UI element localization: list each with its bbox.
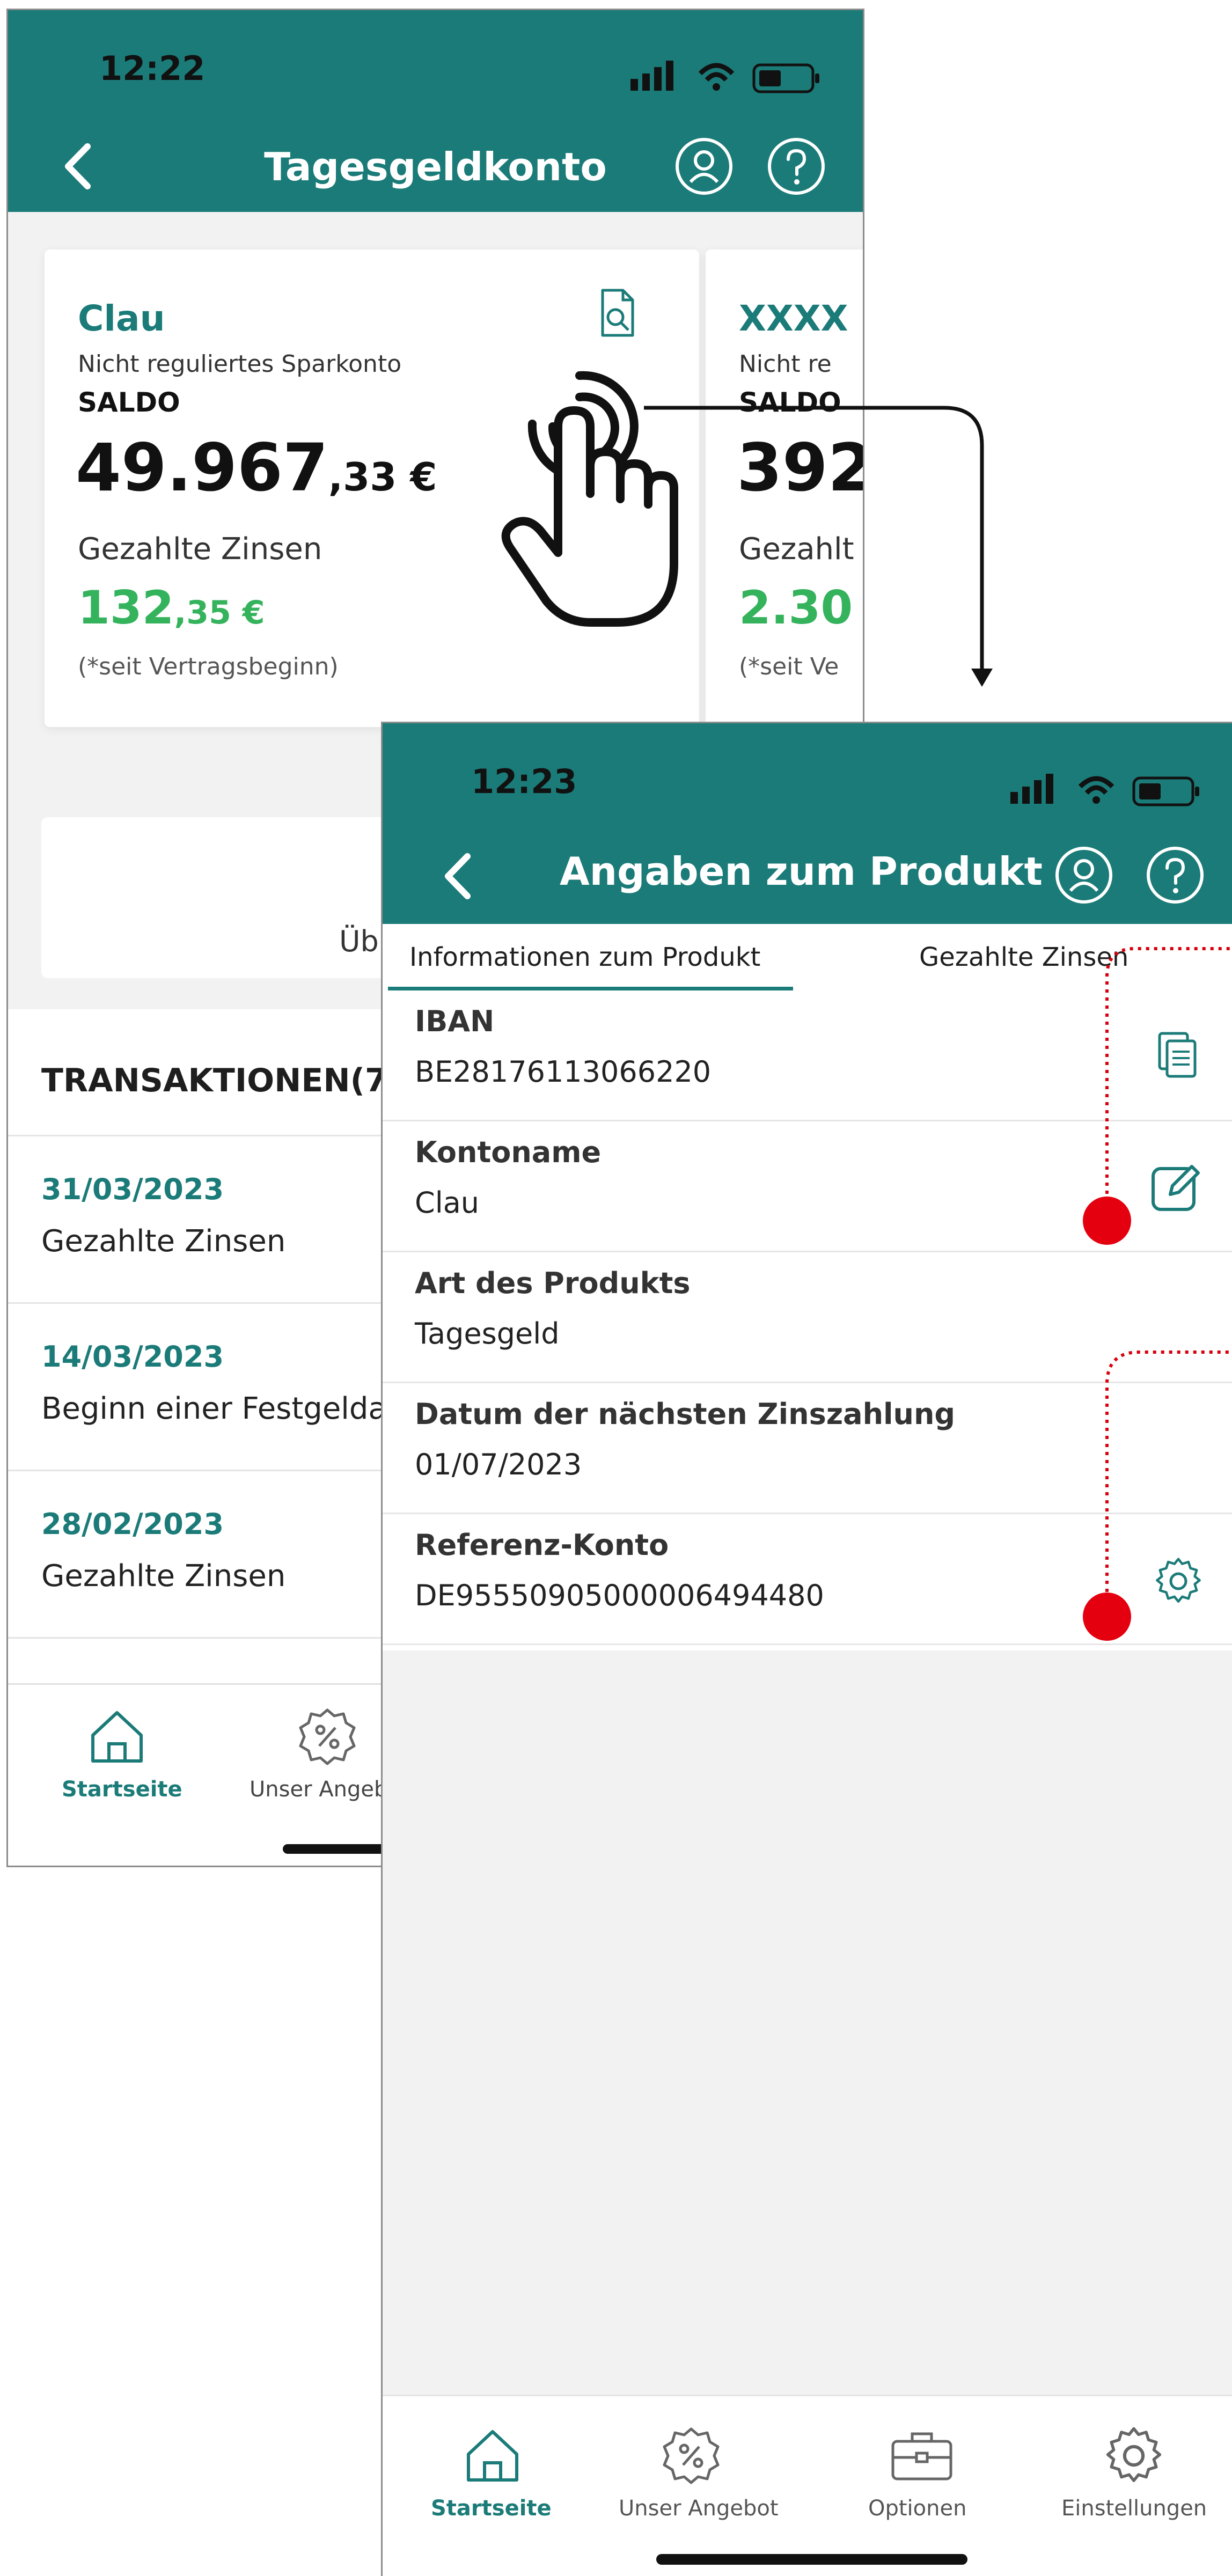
annotation-dot (1083, 1197, 1131, 1245)
briefcase-icon[interactable] (890, 2428, 954, 2482)
annotation-dot (1083, 1592, 1131, 1641)
nav-options-label[interactable]: Optionen (868, 2496, 966, 2521)
bottom-nav: Startseite Unser Angebot Optionen Einste… (383, 2395, 1232, 2576)
annotation-leader-lines (0, 0, 1232, 1717)
home-indicator (656, 2554, 967, 2565)
gear-icon[interactable] (1104, 2426, 1163, 2485)
nav-offer-label[interactable]: Unser Angebot (619, 2496, 779, 2521)
nav-settings-label[interactable]: Einstellungen (1061, 2496, 1207, 2521)
nav-home-label[interactable]: Startseite (62, 1777, 182, 1802)
nav-offer-label[interactable]: Unser Angeb (250, 1777, 387, 1802)
offer-badge-icon[interactable] (662, 2426, 721, 2485)
nav-home-label[interactable]: Startseite (431, 2496, 552, 2521)
home-icon[interactable] (463, 2426, 522, 2485)
